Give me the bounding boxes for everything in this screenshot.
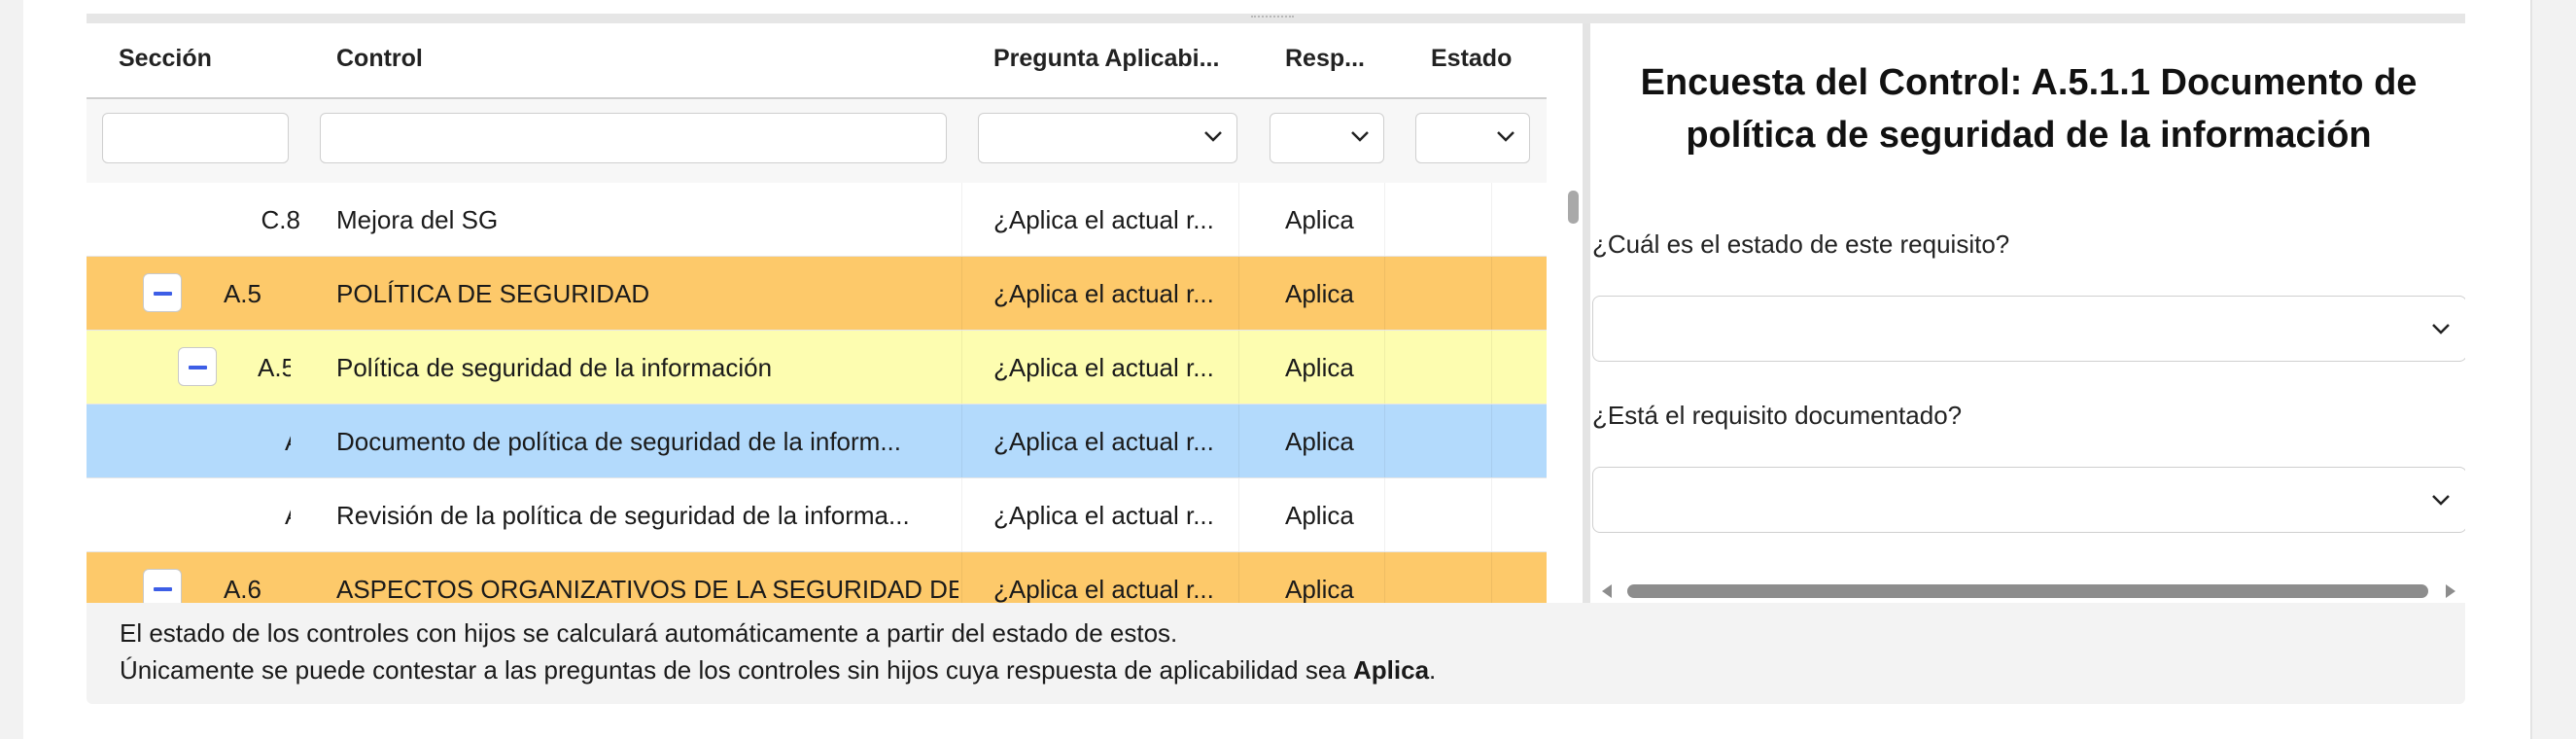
info-footer: El estado de los controles con hijos se …	[87, 603, 2465, 704]
cell-estado[interactable]	[1431, 183, 1538, 257]
column-separator	[1238, 257, 1239, 330]
survey-horizontal-scrollbar[interactable]	[1592, 576, 2465, 603]
cell-control: Política de seguridad de la información	[336, 353, 773, 382]
column-separator	[1384, 331, 1385, 404]
column-separator	[961, 478, 962, 551]
cell-respuesta: Aplica	[1285, 205, 1354, 234]
cell-control: ASPECTOS ORGANIZATIVOS DE LA SEGURIDAD D…	[336, 575, 958, 603]
footer-line-2-bold: Aplica	[1353, 655, 1430, 685]
header-control[interactable]: Control	[336, 45, 423, 73]
column-separator	[1384, 405, 1385, 477]
table-row[interactable]: A.5.1 Política de seguridad de la informa…	[87, 331, 1547, 405]
controls-grid: Sección Control Pregunta Aplicabi... Res…	[87, 23, 1547, 603]
question-documentado-select[interactable]	[1592, 467, 2465, 533]
cell-seccion: C.8	[261, 205, 300, 234]
chevron-down-icon	[1351, 131, 1369, 142]
cell-respuesta: Aplica	[1285, 575, 1354, 603]
column-separator	[1384, 552, 1385, 603]
table-row[interactable]: A.5.1.2 Revisión de la política de seguri…	[87, 478, 1547, 552]
scroll-right-icon[interactable]	[2446, 584, 2455, 598]
cell-seccion: A.5.1	[258, 353, 291, 382]
column-separator	[1384, 183, 1385, 256]
question-estado-select[interactable]	[1592, 296, 2465, 362]
filter-estado-select[interactable]	[1415, 113, 1530, 163]
table-row[interactable]: A.5.1.1 Documento de política de segurida…	[87, 405, 1547, 478]
cell-estado[interactable]	[1431, 257, 1538, 331]
column-separator	[1238, 405, 1239, 477]
cell-estado[interactable]	[1431, 552, 1538, 603]
cell-respuesta: Aplica	[1285, 279, 1354, 308]
column-separator	[1238, 478, 1239, 551]
panel-resize-bar[interactable]	[87, 14, 2465, 23]
footer-line-2-end: .	[1429, 655, 1437, 685]
cell-pregunta: ¿Aplica el actual r...	[993, 575, 1214, 603]
cell-pregunta: ¿Aplica el actual r...	[993, 279, 1214, 308]
panel-splitter[interactable]	[1583, 23, 1590, 603]
column-separator	[1238, 183, 1239, 256]
chevron-down-icon	[1204, 131, 1222, 142]
header-pregunta-aplicabilidad[interactable]: Pregunta Aplicabi...	[993, 45, 1219, 73]
collapse-icon[interactable]	[178, 347, 217, 386]
cell-respuesta: Aplica	[1285, 353, 1354, 382]
column-separator	[961, 405, 962, 477]
column-separator	[1238, 552, 1239, 603]
grid-vertical-scrollbar[interactable]	[1568, 191, 1579, 224]
column-separator	[1238, 331, 1239, 404]
table-row[interactable]: A.6 ASPECTOS ORGANIZATIVOS DE LA SEGURIDA…	[87, 552, 1547, 603]
cell-control: Revisión de la política de seguridad de …	[336, 501, 910, 530]
column-separator	[961, 183, 962, 256]
chevron-down-icon	[1497, 131, 1514, 142]
header-seccion[interactable]: Sección	[119, 45, 212, 73]
cell-estado[interactable]	[1431, 478, 1538, 552]
cell-pregunta: ¿Aplica el actual r...	[993, 501, 1214, 530]
table-row[interactable]: A.5 POLÍTICA DE SEGURIDAD ¿Aplica el actua…	[87, 257, 1547, 331]
question-estado-label: ¿Cuál es el estado de este requisito?	[1592, 229, 2010, 259]
header-respuesta[interactable]: Resp...	[1285, 45, 1365, 73]
cell-control: POLÍTICA DE SEGURIDAD	[336, 279, 650, 308]
chevron-down-icon	[2432, 324, 2450, 334]
header-estado[interactable]: Estado	[1431, 45, 1512, 73]
cell-seccion: A.6	[223, 575, 261, 603]
scroll-left-icon[interactable]	[1602, 584, 1612, 598]
page-edge	[2530, 0, 2532, 739]
cell-estado[interactable]	[1431, 331, 1538, 405]
cell-pregunta: ¿Aplica el actual r...	[993, 353, 1214, 382]
chevron-down-icon	[2432, 495, 2450, 506]
footer-line-2-text: Únicamente se puede contestar a las preg…	[120, 655, 1353, 685]
cell-seccion: A.5.1.2	[285, 478, 291, 552]
filter-pregunta-select[interactable]	[978, 113, 1237, 163]
column-separator	[961, 257, 962, 330]
grid-header: Sección Control Pregunta Aplicabi... Res…	[87, 23, 1547, 99]
column-separator	[961, 331, 962, 404]
cell-seccion: A.5	[223, 279, 261, 308]
table-row[interactable]: C.8 Mejora del SG ¿Aplica el actual r... Ap…	[87, 183, 1547, 257]
footer-line-2: Únicamente se puede contestar a las preg…	[120, 655, 1436, 686]
cell-seccion: A.5.1.1	[285, 405, 291, 478]
cell-respuesta: Aplica	[1285, 501, 1354, 530]
survey-title: Encuesta del Control: A.5.1.1 Documento …	[1640, 62, 2418, 156]
cell-estado[interactable]	[1431, 405, 1538, 478]
column-separator	[1384, 478, 1385, 551]
resize-grip-icon[interactable]	[1251, 16, 1294, 18]
filter-seccion-input[interactable]	[102, 113, 289, 163]
footer-line-1: El estado de los controles con hijos se …	[120, 618, 1178, 648]
column-separator	[1384, 257, 1385, 330]
control-survey-panel: Encuesta del Control: A.5.1.1 Documento …	[1592, 23, 2465, 603]
filter-control-input[interactable]	[320, 113, 947, 163]
cell-pregunta: ¿Aplica el actual r...	[993, 205, 1214, 234]
column-separator	[961, 552, 962, 603]
cell-control: Documento de política de seguridad de la…	[336, 427, 902, 456]
question-documentado-label: ¿Está el requisito documentado?	[1592, 401, 1963, 430]
filter-respuesta-select[interactable]	[1270, 113, 1384, 163]
cell-pregunta: ¿Aplica el actual r...	[993, 427, 1214, 456]
cell-control: Mejora del SG	[336, 205, 499, 234]
scrollbar-thumb[interactable]	[1627, 584, 2428, 598]
cell-respuesta: Aplica	[1285, 427, 1354, 456]
